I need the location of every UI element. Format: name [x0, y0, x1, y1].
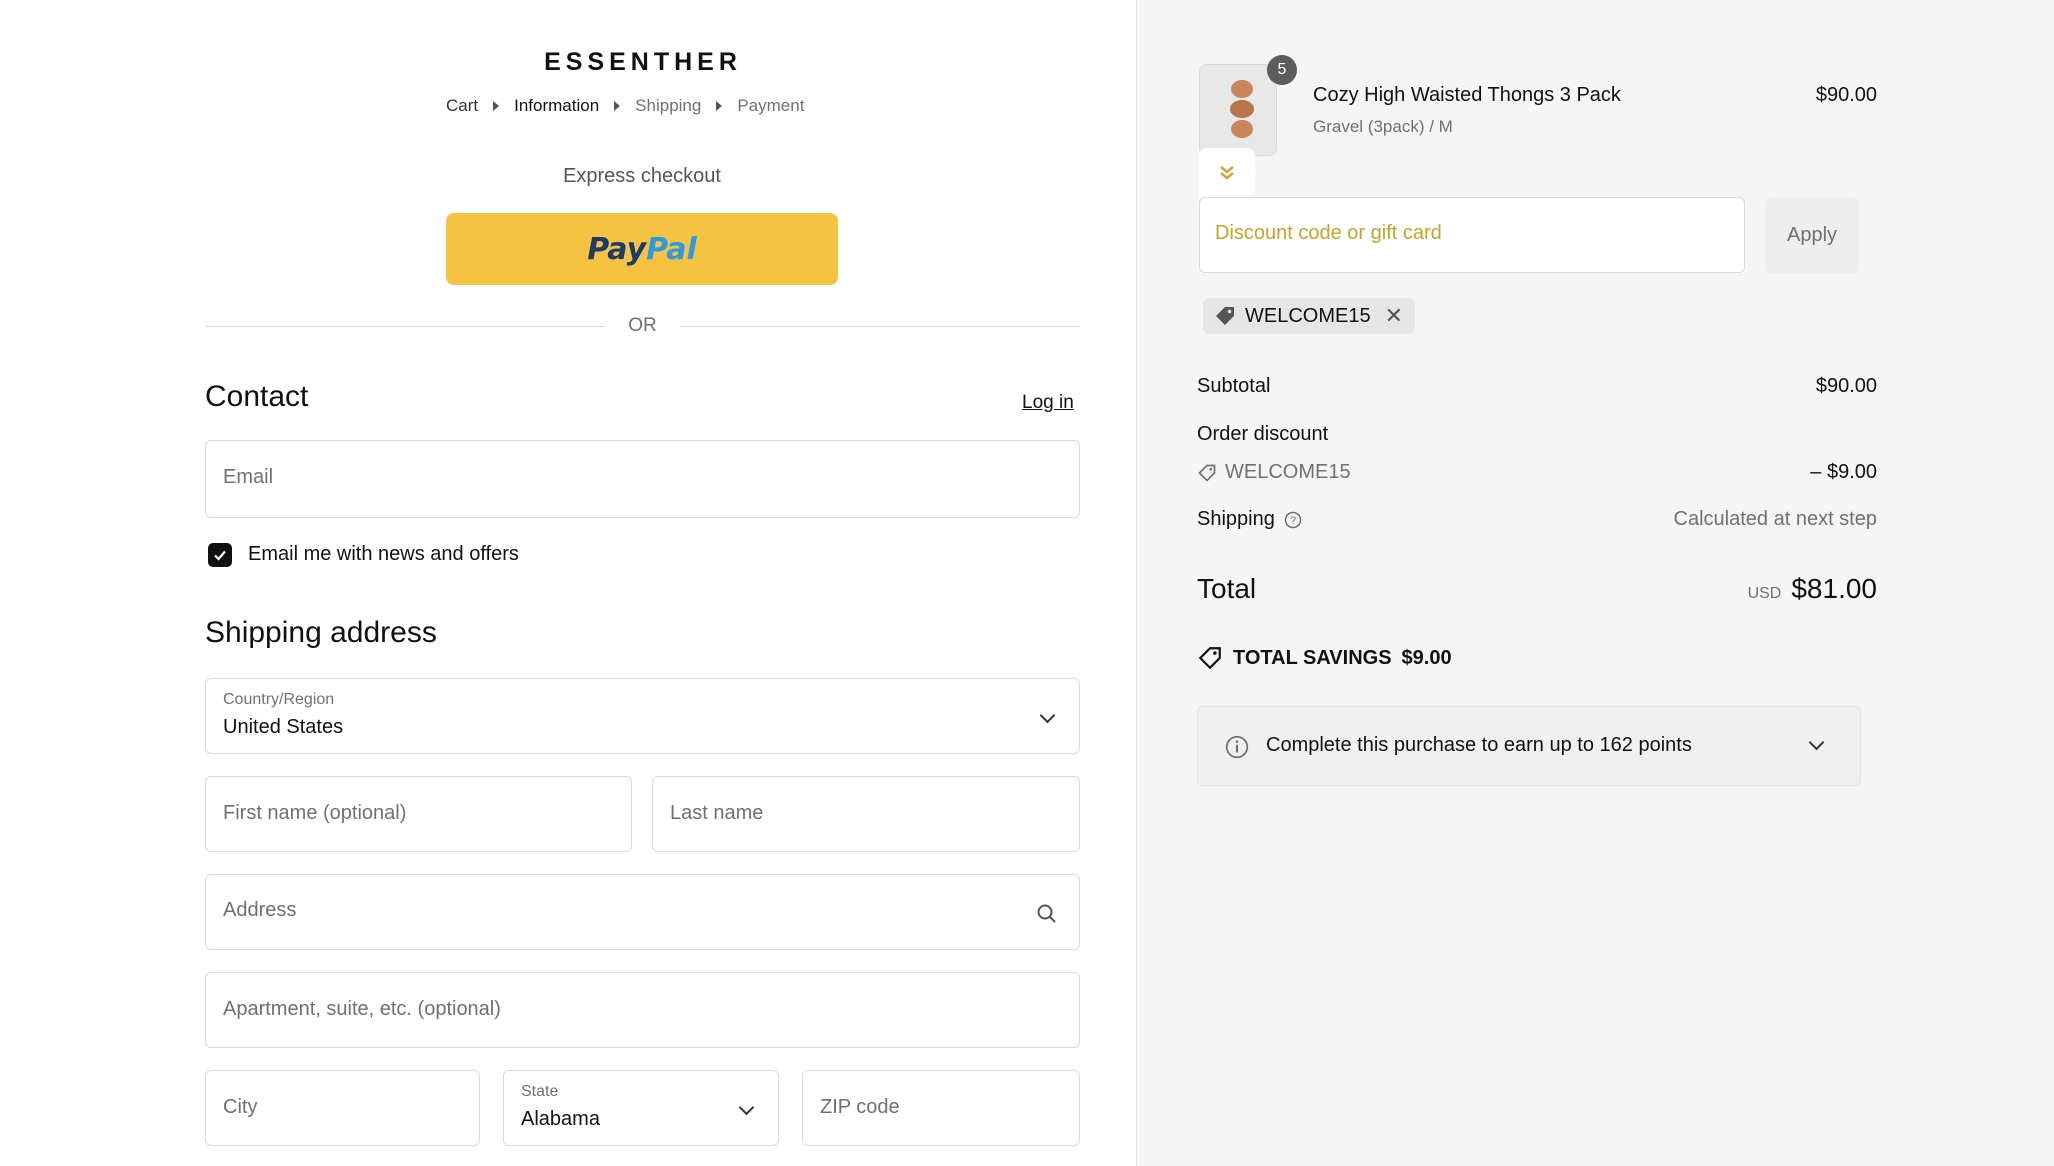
product-title: Cozy High Waisted Thongs 3 Pack	[1313, 84, 1621, 106]
breadcrumb-cart[interactable]: Cart	[446, 96, 478, 116]
paypal-button[interactable]: Pay Pal	[446, 213, 838, 285]
shipping-label: Shipping	[1197, 508, 1275, 530]
tag-icon	[1198, 464, 1216, 482]
product-variant: Gravel (3pack) / M	[1313, 117, 1453, 136]
shipping-value: Calculated at next step	[1673, 508, 1877, 530]
checkmark-icon	[214, 550, 226, 561]
search-icon[interactable]	[1035, 902, 1059, 926]
savings-value: $9.00	[1401, 646, 1452, 669]
info-icon	[1225, 735, 1249, 759]
newsletter-checkbox[interactable]	[208, 543, 232, 567]
remove-discount-icon[interactable]: ✕	[1385, 303, 1403, 329]
city-field[interactable]: City	[205, 1070, 480, 1146]
savings-label: TOTAL SAVINGS	[1233, 646, 1392, 669]
paypal-logo-pay: Pay	[587, 231, 647, 267]
quantity-badge: 5	[1267, 55, 1297, 85]
subtotal-label: Subtotal	[1197, 375, 1271, 397]
subtotal-value: $90.00	[1815, 375, 1877, 397]
breadcrumb-information: Information	[514, 96, 600, 115]
first-name-field[interactable]: First name (optional)	[205, 776, 632, 852]
order-discount-code-text: WELCOME15	[1225, 461, 1351, 483]
order-discount-label: Order discount	[1197, 423, 1329, 445]
chevron-right-icon	[614, 101, 621, 111]
email-field[interactable]: Email	[205, 440, 1080, 518]
rewards-points-text: Complete this purchase to earn up to 162…	[1266, 734, 1692, 756]
state-select[interactable]: State Alabama	[503, 1070, 779, 1146]
chevron-down-icon	[738, 1099, 755, 1116]
widget-tab[interactable]	[1199, 148, 1255, 198]
apartment-field[interactable]: Apartment, suite, etc. (optional)	[205, 972, 1080, 1048]
shipping-address-heading: Shipping address	[205, 616, 437, 649]
order-discount-value: – $9.00	[1810, 461, 1877, 483]
checkout-form-panel: ESSENTHER Cart Information Shipping Paym…	[0, 0, 1136, 1166]
discount-code-input[interactable]: Discount code or gift card	[1199, 197, 1745, 273]
zip-field[interactable]: ZIP code	[802, 1070, 1080, 1146]
shipping-row-label: Shipping ?	[1197, 508, 1303, 531]
total-savings: TOTAL SAVINGS $9.00	[1197, 645, 1452, 671]
breadcrumb-shipping: Shipping	[635, 96, 702, 115]
store-logo[interactable]: ESSENTHER	[0, 48, 1286, 77]
city-placeholder: City	[223, 1096, 258, 1118]
address-field[interactable]: Address	[205, 874, 1080, 950]
tag-icon	[1198, 647, 1221, 670]
country-select[interactable]: Country/Region United States	[205, 678, 1080, 754]
order-discount-code: WELCOME15	[1197, 461, 1351, 484]
state-value: Alabama	[521, 1108, 600, 1130]
product-price: $90.00	[1815, 84, 1877, 106]
discount-code-placeholder: Discount code or gift card	[1215, 222, 1442, 244]
apply-discount-button[interactable]: Apply	[1765, 197, 1859, 273]
last-name-field[interactable]: Last name	[652, 776, 1080, 852]
chevrons-down-icon	[1220, 166, 1234, 180]
chevron-right-icon	[716, 101, 723, 111]
product-image	[1200, 65, 1276, 155]
zip-placeholder: ZIP code	[820, 1096, 900, 1118]
product-thumbnail	[1199, 64, 1277, 156]
state-label: State	[521, 1083, 559, 1100]
first-name-placeholder: First name (optional)	[223, 802, 407, 824]
total-amount: USD $81.00	[1748, 573, 1877, 605]
email-placeholder: Email	[223, 466, 274, 488]
total-currency: USD	[1747, 585, 1782, 602]
applied-discount-code: WELCOME15	[1245, 304, 1371, 327]
applied-discount-chip: WELCOME15 ✕	[1203, 298, 1416, 334]
login-link[interactable]: Log in	[1022, 392, 1074, 414]
or-divider: OR	[205, 313, 1080, 339]
or-label: OR	[628, 315, 657, 336]
chevron-down-icon	[1808, 734, 1825, 751]
svg-text:?: ?	[1290, 515, 1296, 527]
country-value: United States	[223, 716, 344, 738]
breadcrumb: Cart Information Shipping Payment	[446, 96, 804, 116]
tag-icon	[1216, 307, 1234, 325]
last-name-placeholder: Last name	[670, 802, 764, 824]
chevron-down-icon	[1039, 707, 1056, 724]
total-label: Total	[1197, 573, 1257, 604]
contact-heading: Contact	[205, 380, 309, 413]
rewards-points-banner[interactable]: Complete this purchase to earn up to 162…	[1197, 706, 1861, 786]
breadcrumb-payment: Payment	[737, 96, 805, 115]
apartment-placeholder: Apartment, suite, etc. (optional)	[223, 998, 501, 1020]
country-label: Country/Region	[223, 691, 335, 708]
total-value: $81.00	[1791, 573, 1877, 604]
chevron-right-icon	[493, 101, 500, 111]
help-icon[interactable]: ?	[1283, 510, 1303, 530]
address-placeholder: Address	[223, 899, 297, 921]
newsletter-label: Email me with news and offers	[248, 543, 519, 565]
paypal-logo-pal: Pal	[646, 231, 697, 267]
express-checkout-label: Express checkout	[563, 165, 721, 187]
order-summary-panel: 5 Cozy High Waisted Thongs 3 Pack Gravel…	[1136, 0, 2054, 1166]
